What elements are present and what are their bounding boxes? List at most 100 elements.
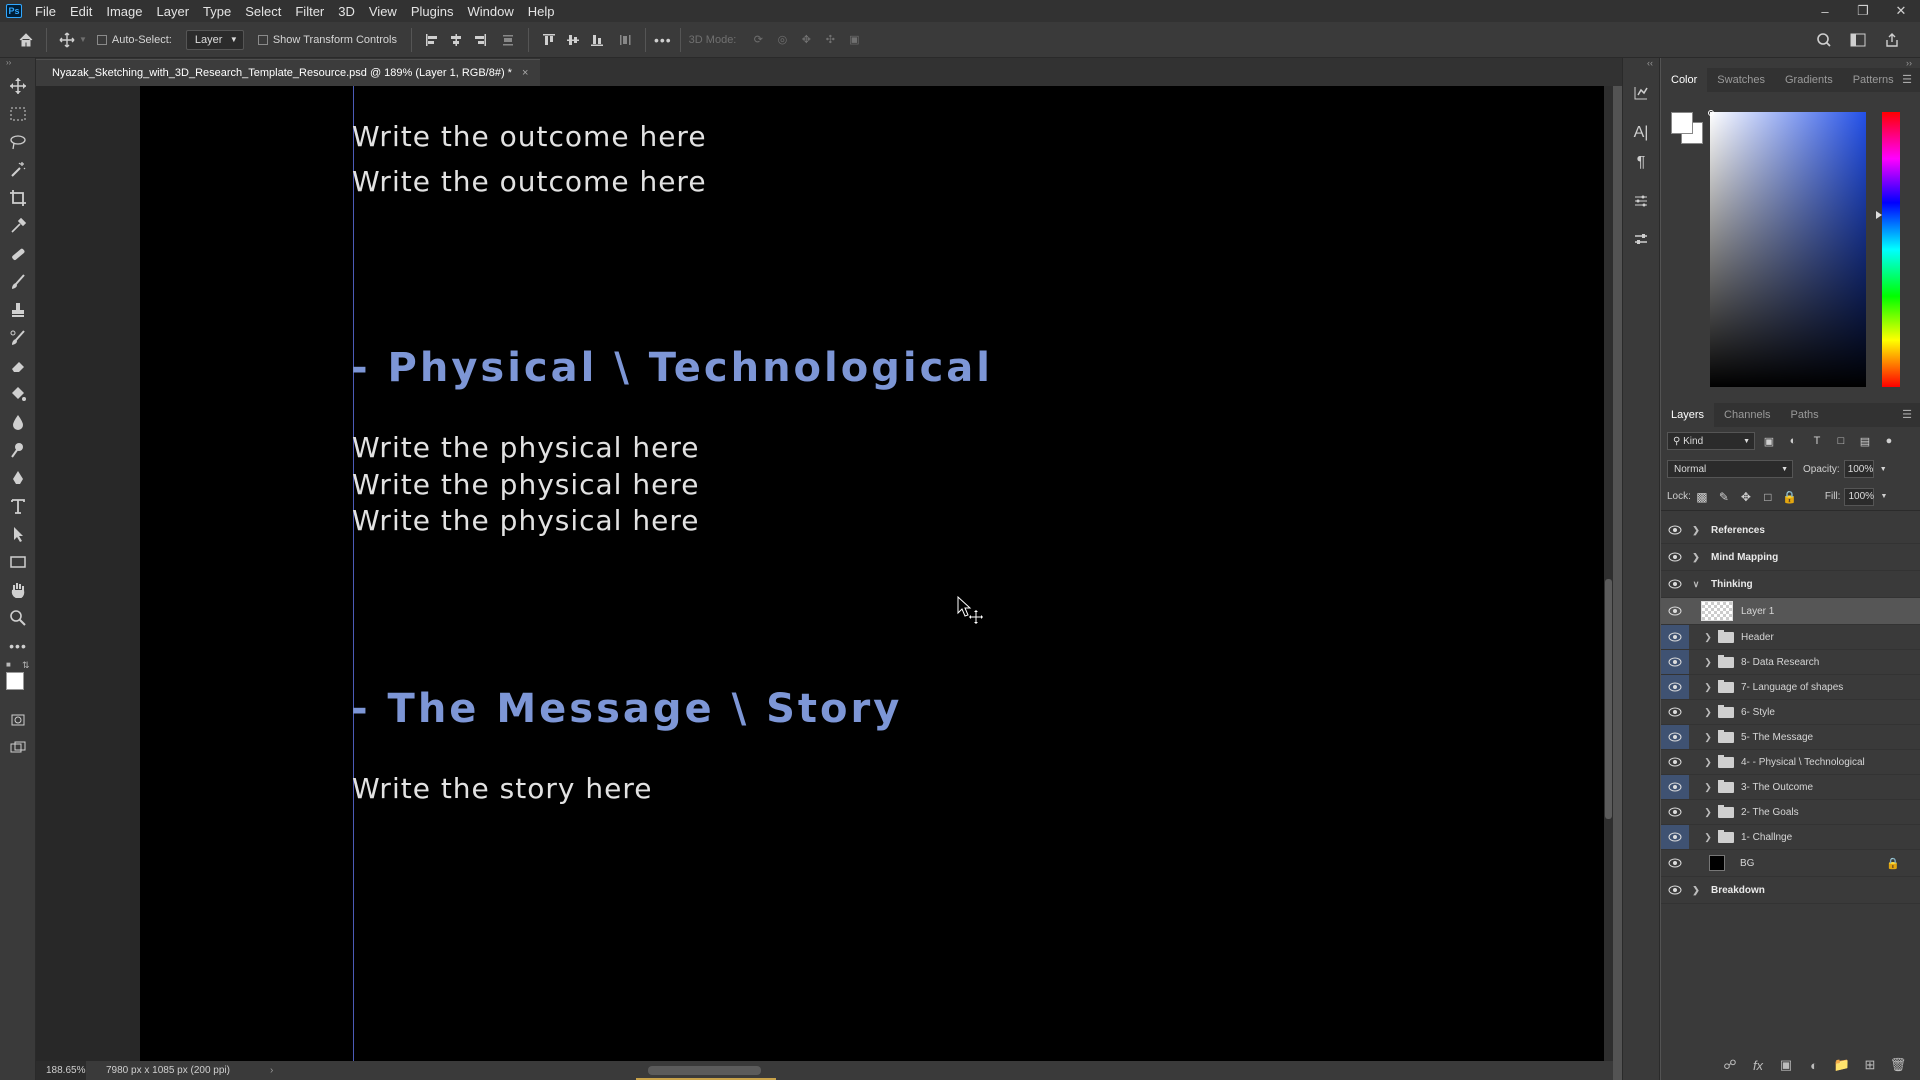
lock-artboard-icon[interactable]: □ [1757, 490, 1779, 504]
photoshop-logo[interactable]: Ps [6, 4, 22, 18]
canvas-text-line[interactable]: Write the physical here [352, 468, 699, 501]
panel-menu-icon[interactable]: ☰ [1902, 73, 1912, 86]
layer-group-breakdown[interactable]: ❯ Breakdown [1661, 877, 1920, 904]
chevron-right-icon[interactable]: ❯ [1701, 807, 1715, 818]
chevron-right-icon[interactable]: ❯ [1689, 552, 1703, 563]
swap-colors-icon[interactable]: ⇅ [22, 660, 30, 671]
align-bottom-icon[interactable] [585, 28, 609, 52]
canvas-area[interactable]: Write the outcome here Write the outcome… [36, 86, 1613, 1061]
restore-button[interactable]: ❐ [1844, 0, 1882, 22]
vertical-scroll-thumb[interactable] [1605, 579, 1612, 819]
dodge-tool-icon[interactable] [0, 436, 36, 464]
chevron-right-icon[interactable]: ❯ [1701, 707, 1715, 718]
visibility-eye-icon[interactable] [1661, 775, 1689, 799]
visibility-eye-icon[interactable] [1661, 650, 1689, 674]
distribute-vertical-icon[interactable] [613, 28, 637, 52]
align-center-icon[interactable] [444, 28, 468, 52]
vertical-scrollbar[interactable] [1604, 86, 1613, 1061]
menu-3d[interactable]: 3D [331, 4, 362, 19]
menu-image[interactable]: Image [99, 4, 149, 19]
share-icon[interactable] [1880, 28, 1904, 52]
move-tool-icon[interactable] [0, 72, 36, 100]
default-colors-icon[interactable]: ■ [6, 660, 11, 669]
layer-bg[interactable]: BG 🔒 [1661, 850, 1920, 877]
chevron-right-icon[interactable]: ❯ [1701, 632, 1715, 643]
canvas-text-line[interactable]: Write the physical here [352, 431, 699, 464]
marquee-tool-icon[interactable] [0, 100, 36, 128]
layer-group-the-message[interactable]: ❯ 5- The Message [1661, 725, 1920, 750]
filter-pixel-icon[interactable]: ▣ [1759, 435, 1779, 448]
tab-gradients[interactable]: Gradients [1775, 68, 1843, 92]
home-icon[interactable] [14, 28, 38, 52]
zoom-tool-icon[interactable] [0, 604, 36, 632]
search-icon[interactable] [1812, 28, 1836, 52]
lock-position-icon[interactable]: ✥ [1735, 490, 1757, 504]
align-right-icon[interactable] [468, 28, 492, 52]
lock-icon[interactable]: 🔒 [1886, 857, 1900, 870]
menu-plugins[interactable]: Plugins [404, 4, 461, 19]
visibility-eye-icon[interactable] [1661, 877, 1689, 903]
color-picker-handle[interactable] [1708, 110, 1714, 116]
edit-toolbar-icon[interactable]: ••• [0, 632, 36, 660]
tab-paths[interactable]: Paths [1781, 403, 1829, 427]
align-left-icon[interactable] [420, 28, 444, 52]
tab-color[interactable]: Color [1661, 68, 1708, 92]
new-layer-icon[interactable]: ⊞ [1856, 1057, 1884, 1073]
visibility-eye-icon[interactable] [1661, 544, 1689, 570]
collapse-icon[interactable]: ‹‹ [1623, 58, 1659, 78]
chevron-down-icon[interactable]: ▼ [1880, 466, 1887, 473]
eyedropper-icon[interactable] [0, 212, 36, 240]
document-tab[interactable]: Nyazak_Sketching_with_3D_Research_Templa… [36, 59, 541, 86]
chevron-down-icon[interactable]: ▼ [79, 35, 87, 44]
canvas-text-line[interactable]: Write the outcome here [352, 120, 707, 153]
layer-group-references[interactable]: ❯ References [1661, 517, 1920, 544]
minimize-button[interactable]: – [1806, 0, 1844, 22]
history-icon[interactable] [1623, 78, 1659, 108]
path-selection-icon[interactable] [0, 520, 36, 548]
adjustment-layer-icon[interactable]: ◐ [1800, 1058, 1828, 1073]
canvas-heading[interactable]: - Physical \ Technological [351, 345, 993, 391]
layer-group-thinking[interactable]: ∨ Thinking [1661, 571, 1920, 598]
layer-group-language-of-shapes[interactable]: ❯ 7- Language of shapes [1661, 675, 1920, 700]
horizontal-scroll-thumb[interactable] [648, 1066, 761, 1075]
align-top-icon[interactable] [537, 28, 561, 52]
layer-group-challenge[interactable]: ❯ 1- Challnge [1661, 825, 1920, 850]
chevron-down-icon[interactable]: ▼ [1880, 493, 1887, 500]
foreground-color[interactable] [6, 672, 24, 690]
3d-camera-icon[interactable]: ▣ [842, 28, 866, 52]
layer-group-data-research[interactable]: ❯ 8- Data Research [1661, 650, 1920, 675]
menu-type[interactable]: Type [196, 4, 238, 19]
layer-group-header[interactable]: ❯ Header [1661, 625, 1920, 650]
chevron-right-icon[interactable]: ❯ [1689, 525, 1703, 536]
color-swatches[interactable]: ■ ⇅ [0, 660, 36, 706]
auto-select-dropdown[interactable]: Layer ▼ [185, 29, 244, 50]
add-mask-icon[interactable]: ▣ [1772, 1057, 1800, 1073]
menu-view[interactable]: View [362, 4, 404, 19]
canvas-text-line[interactable]: Write the outcome here [352, 165, 707, 198]
layer-group-the-outcome[interactable]: ❯ 3- The Outcome [1661, 775, 1920, 800]
paint-bucket-icon[interactable] [0, 380, 36, 408]
lasso-tool-icon[interactable] [0, 128, 36, 156]
menu-window[interactable]: Window [460, 4, 520, 19]
distribute-icon[interactable] [496, 28, 520, 52]
visibility-eye-icon[interactable] [1661, 517, 1689, 543]
tab-patterns[interactable]: Patterns [1843, 68, 1904, 92]
properties-icon[interactable] [1623, 224, 1659, 254]
eraser-tool-icon[interactable] [0, 352, 36, 380]
hand-tool-icon[interactable] [0, 576, 36, 604]
new-group-icon[interactable]: 📁 [1828, 1057, 1856, 1073]
3d-drag-icon[interactable]: ✥ [794, 28, 818, 52]
panel-grip-icon[interactable]: ›› [0, 58, 35, 72]
panel-menu-icon[interactable]: ☰ [1902, 408, 1912, 421]
3d-orbit-icon[interactable]: ⟳ [746, 28, 770, 52]
type-tool-icon[interactable] [0, 492, 36, 520]
tab-swatches[interactable]: Swatches [1707, 68, 1775, 92]
menu-filter[interactable]: Filter [288, 4, 331, 19]
auto-select-checkbox[interactable]: Auto-Select: [96, 34, 172, 46]
chevron-right-icon[interactable]: ❯ [1701, 832, 1715, 843]
blend-mode-dropdown[interactable]: Normal ▼ [1667, 460, 1793, 478]
chevron-right-icon[interactable]: ❯ [1701, 757, 1715, 768]
menu-layer[interactable]: Layer [150, 4, 197, 19]
layer-group-style[interactable]: ❯ 6- Style [1661, 700, 1920, 725]
screen-mode-icon[interactable] [0, 734, 36, 762]
